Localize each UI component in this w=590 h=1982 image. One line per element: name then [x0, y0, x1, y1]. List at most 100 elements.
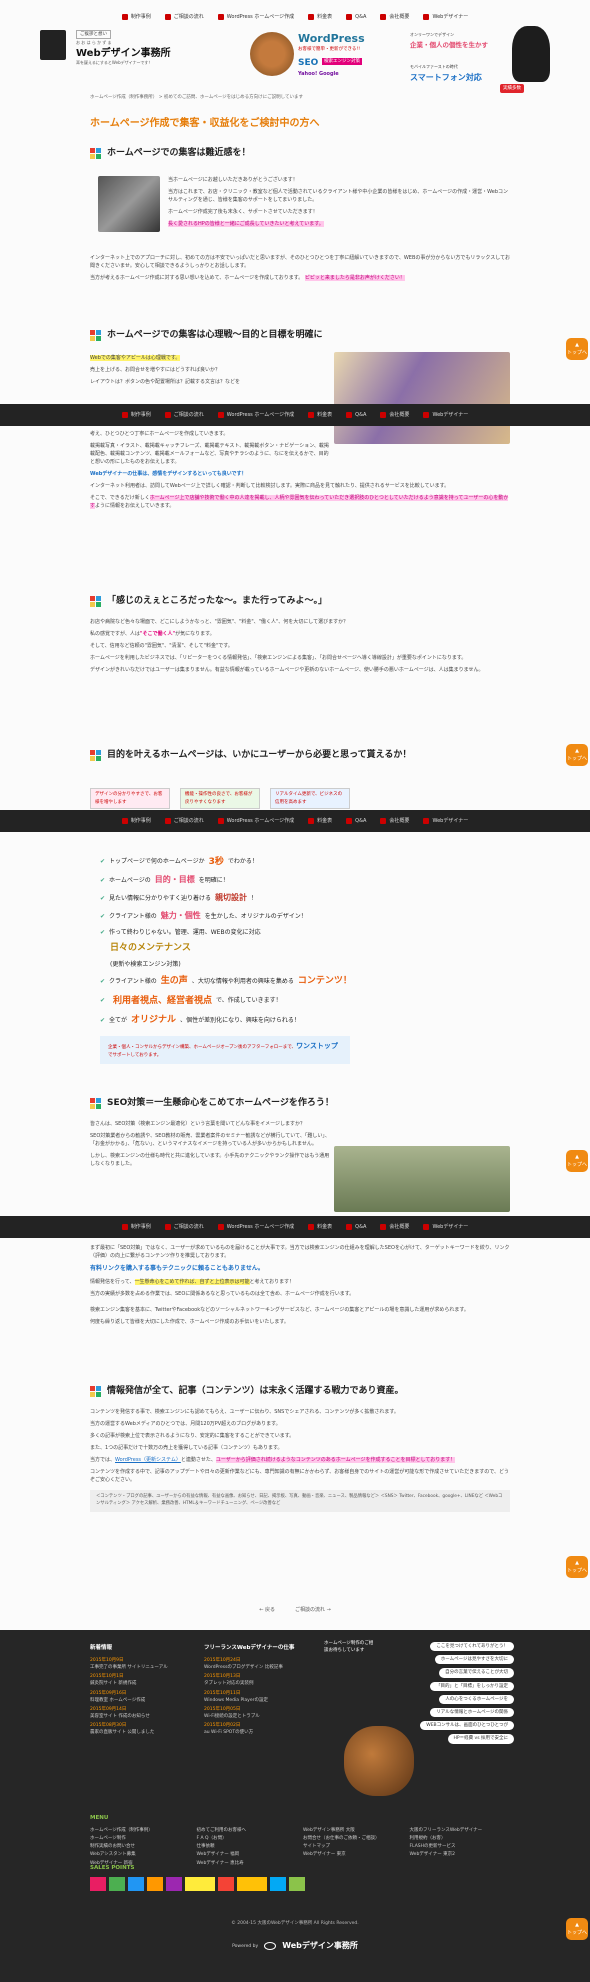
- nav-icon: [121, 412, 128, 418]
- menu-link[interactable]: Webデザイナー 東京: [303, 1851, 404, 1858]
- section-heading: SEO対策＝一生懸命心をこめてホームページを作ろう！: [90, 1096, 510, 1110]
- feature-tab: 機能・操作性の良さで、お客様が戻りやすくなります: [180, 788, 260, 809]
- content-text: 当方の運営するWebメディアのひとつでは、月間120万PV超えのブログがあります…: [90, 1421, 281, 1428]
- nav-item-cases[interactable]: 制作事例: [121, 13, 151, 21]
- menu-link[interactable]: お問合せ（お仕事のご依頼・ご相談）: [303, 1835, 404, 1842]
- post-item[interactable]: 2015年10月02日 au Wi-Fi SPOTの使い方: [204, 1722, 314, 1736]
- nav-icon: [164, 1224, 171, 1230]
- sales-badge: [128, 1876, 144, 1891]
- nav-item-flow[interactable]: ご相談の流れ: [164, 13, 204, 21]
- nav-item-price[interactable]: 料金表: [308, 13, 332, 21]
- nav-icon: [423, 14, 430, 20]
- wordpress-link[interactable]: WordPress（更新システム）: [115, 1457, 181, 1463]
- check-item: ✔ ホームページの 目的・目標 を明確に！: [100, 875, 229, 885]
- check-item: ✔ 作って終わりじゃない。管理、運用、WEBの変化に対応 日々のメンテナンス (更新や…: [100, 928, 261, 968]
- menu-link[interactable]: 制作実績のお問い合せ: [90, 1843, 191, 1850]
- nav-item-company[interactable]: 会社概要: [380, 817, 409, 825]
- nav-item-qa[interactable]: Q&A: [346, 817, 366, 825]
- menu-link[interactable]: 利用規約（お客）: [410, 1835, 511, 1842]
- nav-item-wordpress[interactable]: WordPress ホームページ作成: [217, 411, 294, 419]
- feature-tab: リアルタイム更新で、ビジネスの信用を高めます: [270, 788, 350, 809]
- news-item[interactable]: 2015年10月1日 鍼灸院サイト 新規作成: [90, 1673, 190, 1687]
- nav-item-designer[interactable]: Webデザイナー: [423, 817, 468, 825]
- menu-link[interactable]: Webデザイナー 東京2: [410, 1851, 511, 1858]
- bubble: 「目的」と「目標」をしっかり設定: [430, 1681, 514, 1691]
- check-item: ✔ トップページで何のホームページか 3秒 でわかる！: [100, 857, 258, 867]
- prev-link[interactable]: ← 戻る: [259, 1606, 275, 1614]
- nav-item-qa[interactable]: Q&A: [346, 1223, 366, 1231]
- nav-icon: [380, 14, 387, 20]
- nav-item-company[interactable]: 会社概要: [380, 13, 409, 21]
- check-item: ✔ 全てが オリジナル 、個性が差別化になり、興味を向けられる！: [100, 1015, 300, 1026]
- check-item: ✔ クライアント様の 魅力・個性 を生かした、オリジナルのデザイン！: [100, 910, 307, 920]
- nav-item-flow[interactable]: ご相談の流れ: [164, 1223, 204, 1231]
- next-link[interactable]: ご相談の流れ →: [295, 1606, 331, 1614]
- arrow-up-icon: ▲: [575, 1922, 579, 1928]
- nav-item-wordpress[interactable]: WordPress ホームページ作成: [217, 817, 294, 825]
- news-item[interactable]: 2015年09月16日 料理教室 ホームページ作成: [90, 1690, 190, 1704]
- nav-item-designer[interactable]: Webデザイナー: [423, 13, 468, 21]
- nav-item-cases[interactable]: 制作事例: [121, 411, 151, 419]
- posts-title: フリーランスWebデザイナーの仕事: [204, 1645, 295, 1651]
- bubble: WEBコンサルは、画面のひとつひとつが: [420, 1721, 514, 1731]
- nav-item-wordpress[interactable]: WordPress ホームページ作成: [217, 13, 294, 21]
- seo-text: 当方の実績が多数を占める作業では、SEOに関係あるなと思っているものは全て含め、…: [90, 1290, 355, 1297]
- post-item[interactable]: 2015年10月13日 タブレット対応の実装例: [204, 1673, 314, 1687]
- news-item[interactable]: 2015年08月30日 農家の直販サイト 公開しました: [90, 1722, 190, 1736]
- page-title: ホームページ作成で集客・収益化をご検討中の方へ: [90, 118, 320, 129]
- menu-link[interactable]: F A Q（お問）: [197, 1835, 298, 1842]
- checklist: ✔ トップページで何のホームページか 3秒 でわかる！ ✔ ホームページの 目的・目標 を明…: [100, 850, 520, 1064]
- scroll-top-button[interactable]: ▲ トップへ: [566, 744, 588, 766]
- scroll-top-button[interactable]: ▲ トップへ: [566, 338, 588, 360]
- bubble: ホームページは見やすさを大切に: [434, 1655, 514, 1665]
- nav-item-cases[interactable]: 制作事例: [121, 817, 151, 825]
- menu-block: MENU ホームページ作成（制作事例） 初めてご利用のお客様へ Webデザイン事…: [90, 1812, 510, 1869]
- scroll-top-button[interactable]: ▲ トップへ: [566, 1556, 588, 1578]
- powered-by: Powered by Webデザイン事務所: [232, 1941, 358, 1951]
- menu-link[interactable]: 大阪のフリーランスWebデザイナー: [410, 1827, 511, 1834]
- post-item[interactable]: 2015年10月24日 WordPressのブログデザイン 比較記事: [204, 1657, 314, 1671]
- menu-link[interactable]: FLASHの更新サービス: [410, 1843, 511, 1850]
- psych-text: インターネット利用者は、訪問してWebページ上で詳しく確認・判断して比較検討しま…: [90, 483, 450, 489]
- seo-text: 情報発信を行って、一生懸命心をこめて作れば、自ずと上位表示は可能と考えております…: [90, 1278, 295, 1285]
- nav-item-wordpress[interactable]: WordPress ホームページ作成: [217, 1223, 294, 1231]
- arrow-up-icon: ▲: [575, 1154, 579, 1160]
- sticky-nav: 制作事例 ご相談の流れ WordPress ホームページ作成 料金表 Q&A 会…: [0, 404, 590, 426]
- nav-icon: [380, 818, 387, 824]
- scroll-top-button[interactable]: ▲ トップへ: [566, 1918, 588, 1940]
- bubble: HP＝経費 vs 採用で安全に: [447, 1734, 514, 1744]
- menu-link[interactable]: ホームページ制作: [90, 1835, 191, 1842]
- news-item[interactable]: 2015年09月14日 美容室サイト 作成のお知らせ: [90, 1706, 190, 1720]
- nav-item-qa[interactable]: Q&A: [346, 13, 366, 21]
- menu-link[interactable]: ホームページ作成（制作事例）: [90, 1827, 191, 1834]
- menu-link[interactable]: Webデザイナー 福岡: [197, 1851, 298, 1858]
- nav-item-flow[interactable]: ご相談の流れ: [164, 411, 204, 419]
- scroll-top-button[interactable]: ▲ トップへ: [566, 1150, 588, 1172]
- menu-link[interactable]: Webアシスタント募集: [90, 1851, 191, 1858]
- menu-link[interactable]: Webデザイン事務所 大阪: [303, 1827, 404, 1834]
- news-item[interactable]: 2015年10月9日 工事完了の事業所 サイトリニューアル: [90, 1657, 190, 1671]
- brand-sub: 耳を疑えるにするとWebデザイナーです！: [76, 60, 153, 65]
- poodle-photo: [334, 1146, 510, 1212]
- nav-item-designer[interactable]: Webデザイナー: [423, 411, 468, 419]
- breadcrumb[interactable]: ホームページ作成（制作事務所） > 初めてのご訪問、ホームページをはじめる方向け…: [90, 94, 303, 101]
- nav-item-designer[interactable]: Webデザイナー: [423, 1223, 468, 1231]
- arrow-up-icon: ▲: [575, 342, 579, 348]
- nav-item-price[interactable]: 料金表: [308, 1223, 332, 1231]
- nav-item-price[interactable]: 料金表: [308, 411, 332, 419]
- nav-item-company[interactable]: 会社概要: [380, 411, 409, 419]
- post-item[interactable]: 2015年10月05日 Wi-Fi接続の設定とトラブル: [204, 1706, 314, 1720]
- nav-item-company[interactable]: 会社概要: [380, 1223, 409, 1231]
- check-item: ✔ 利用者視点、経営者視点 で、作成していきます！: [100, 995, 282, 1006]
- nav-icon: [164, 818, 171, 824]
- menu-link[interactable]: 初めてご利用のお客様へ: [197, 1827, 298, 1834]
- menu-link[interactable]: 仕事依頼: [197, 1843, 298, 1850]
- nav-item-price[interactable]: 料金表: [308, 817, 332, 825]
- nav-item-cases[interactable]: 制作事例: [121, 1223, 151, 1231]
- nav-item-qa[interactable]: Q&A: [346, 411, 366, 419]
- wordpress-logo: WordPress: [298, 32, 365, 45]
- nav-item-flow[interactable]: ご相談の流れ: [164, 817, 204, 825]
- post-item[interactable]: 2015年10月11日 Windows Media Playerの設定: [204, 1690, 314, 1704]
- menu-link[interactable]: サイトマップ: [303, 1843, 404, 1850]
- menu-title: MENU: [90, 1815, 109, 1821]
